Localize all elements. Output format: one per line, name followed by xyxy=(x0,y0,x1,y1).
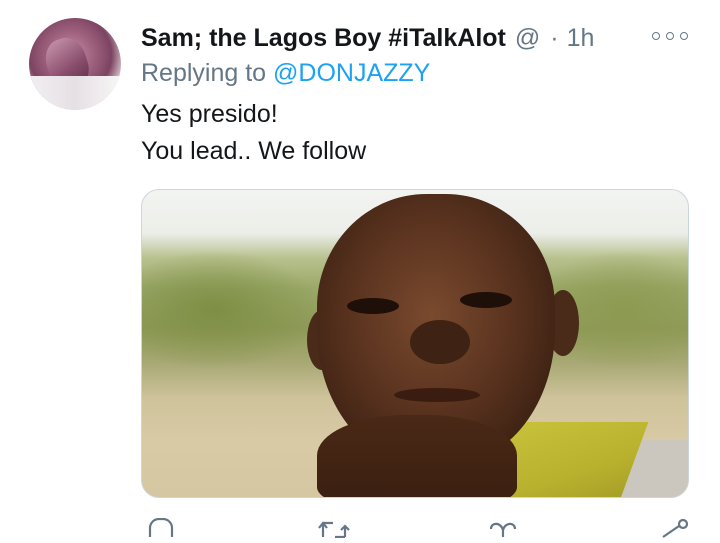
replying-to: Replying to @DONJAZZY xyxy=(141,59,430,88)
more-options-icon[interactable] xyxy=(652,28,688,44)
more-dot xyxy=(666,32,674,40)
author-handle[interactable]: @ xyxy=(515,24,540,53)
like-icon[interactable] xyxy=(488,518,518,543)
tweet-text: Yes presido! You lead.. We follow xyxy=(141,96,366,170)
image-eye xyxy=(347,298,399,314)
separator: · xyxy=(550,23,559,52)
image-mouth xyxy=(394,388,480,402)
tweet-text-line: Yes presido! xyxy=(141,100,278,128)
mention-link[interactable]: @DONJAZZY xyxy=(273,59,430,87)
share-icon[interactable] xyxy=(659,518,691,543)
tweet-text-line: You lead.. We follow xyxy=(141,137,367,165)
image-hands xyxy=(317,415,517,497)
tweet[interactable]: Sam; the Lagos Boy #iTalkAlot @ · 1h Rep… xyxy=(0,0,720,539)
tweet-header: Sam; the Lagos Boy #iTalkAlot @ · 1h xyxy=(141,18,594,58)
background-blur xyxy=(142,250,322,370)
reply-icon[interactable] xyxy=(146,517,176,543)
avatar-shirt xyxy=(29,76,121,110)
more-dot xyxy=(652,32,660,40)
avatar[interactable] xyxy=(29,18,121,110)
tweet-image[interactable] xyxy=(141,189,689,498)
replying-prefix: Replying to xyxy=(141,59,267,87)
author-name[interactable]: Sam; the Lagos Boy #iTalkAlot xyxy=(141,24,506,53)
timestamp[interactable]: 1h xyxy=(567,24,595,53)
image-nose xyxy=(410,320,470,364)
retweet-icon[interactable] xyxy=(317,518,351,543)
more-dot xyxy=(680,32,688,40)
action-bar xyxy=(141,514,689,539)
image-eye xyxy=(460,292,512,308)
